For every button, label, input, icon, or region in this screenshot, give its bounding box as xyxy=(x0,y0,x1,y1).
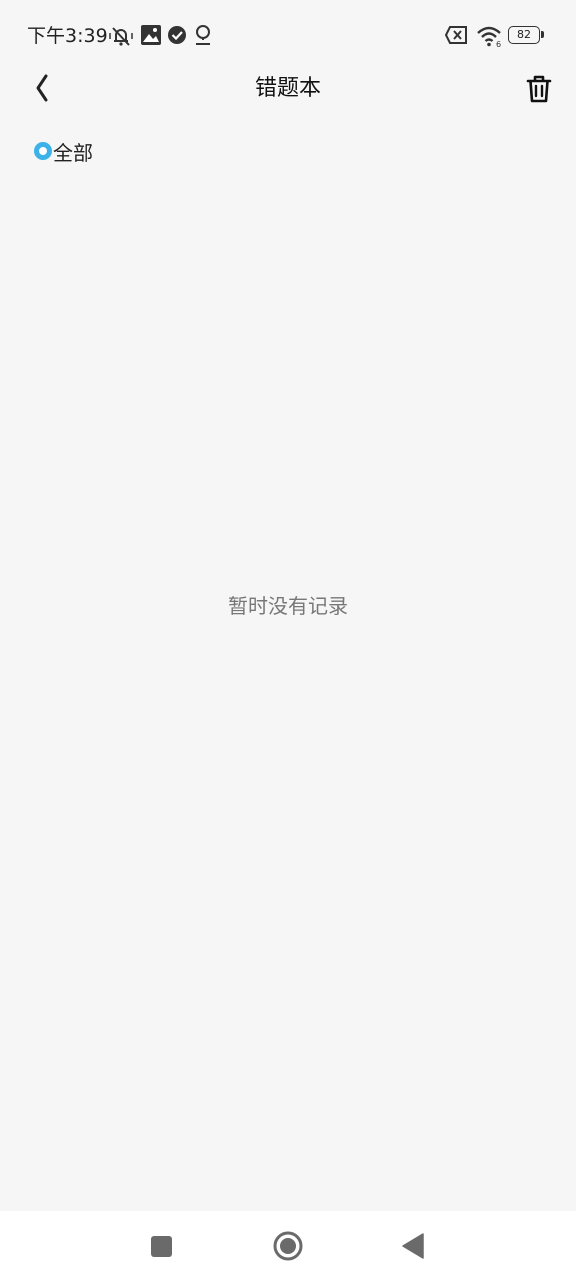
location-icon xyxy=(193,24,217,48)
empty-state-text: 暂时没有记录 xyxy=(228,594,348,618)
filter-all-label: 全部 xyxy=(53,140,93,165)
filter-all-option[interactable]: 全部 xyxy=(34,136,93,166)
back-triangle-icon xyxy=(402,1233,424,1259)
check-circle-icon xyxy=(166,24,190,48)
recents-button[interactable] xyxy=(143,1229,179,1265)
sim-x-icon xyxy=(444,24,469,48)
battery-tip xyxy=(541,31,544,38)
wifi-icon: 6 xyxy=(476,24,501,49)
system-nav-bar xyxy=(0,1211,576,1280)
mute-bell-icon xyxy=(108,24,133,48)
delete-button[interactable] xyxy=(520,70,558,108)
battery-indicator: 82 xyxy=(508,26,540,44)
home-circle-icon xyxy=(273,1231,303,1261)
back-nav-button[interactable] xyxy=(396,1229,432,1265)
app-header: 错题本 xyxy=(0,62,576,116)
recents-square-icon xyxy=(151,1236,172,1257)
radio-selected-icon[interactable] xyxy=(34,142,52,160)
trash-icon xyxy=(526,75,552,103)
page-title: 错题本 xyxy=(254,76,321,101)
svg-text:6: 6 xyxy=(496,40,501,48)
status-time: 下午3:39 xyxy=(27,25,108,47)
gallery-icon xyxy=(140,24,164,48)
home-button[interactable] xyxy=(270,1229,306,1265)
